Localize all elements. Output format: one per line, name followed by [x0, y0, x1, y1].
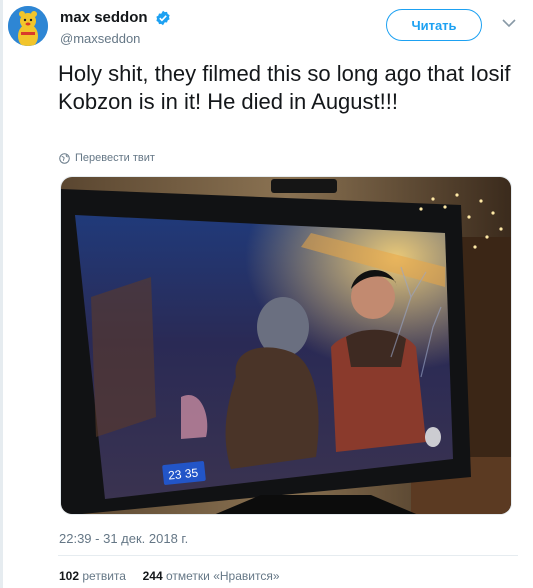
author-display-name[interactable]: max seddon	[60, 9, 148, 26]
tweet-text: Holy shit, they filmed this so long ago …	[58, 61, 511, 114]
author-block: max seddon @maxseddon	[60, 9, 171, 46]
tweet-timestamp[interactable]: 22:39 - 31 дек. 2018 г.	[59, 531, 188, 546]
tweet-header: max seddon @maxseddon Читать	[8, 6, 518, 48]
globe-icon	[59, 152, 70, 164]
author-handle[interactable]: @maxseddon	[60, 31, 171, 46]
retweets-count[interactable]: 102	[59, 569, 79, 583]
chevron-down-icon[interactable]	[502, 18, 516, 28]
translate-tweet-link[interactable]: Перевести твит	[59, 152, 155, 164]
tv-screen-photo: 23 35	[61, 177, 511, 514]
thread-rail	[0, 0, 3, 588]
cartoon-character-icon	[8, 6, 48, 46]
likes-count[interactable]: 244	[143, 569, 163, 583]
avatar[interactable]	[8, 6, 48, 46]
verified-badge-icon	[156, 10, 170, 25]
follow-button[interactable]: Читать	[386, 9, 482, 41]
likes-label[interactable]: отметки «Нравится»	[166, 569, 280, 583]
tweet-photo[interactable]: 23 35	[60, 176, 512, 515]
translate-tweet-label: Перевести твит	[75, 152, 155, 164]
tweet-stats: 102 ретвита 244 отметки «Нравится»	[59, 569, 280, 583]
stats-divider	[58, 555, 518, 556]
retweets-label[interactable]: ретвита	[82, 569, 126, 583]
